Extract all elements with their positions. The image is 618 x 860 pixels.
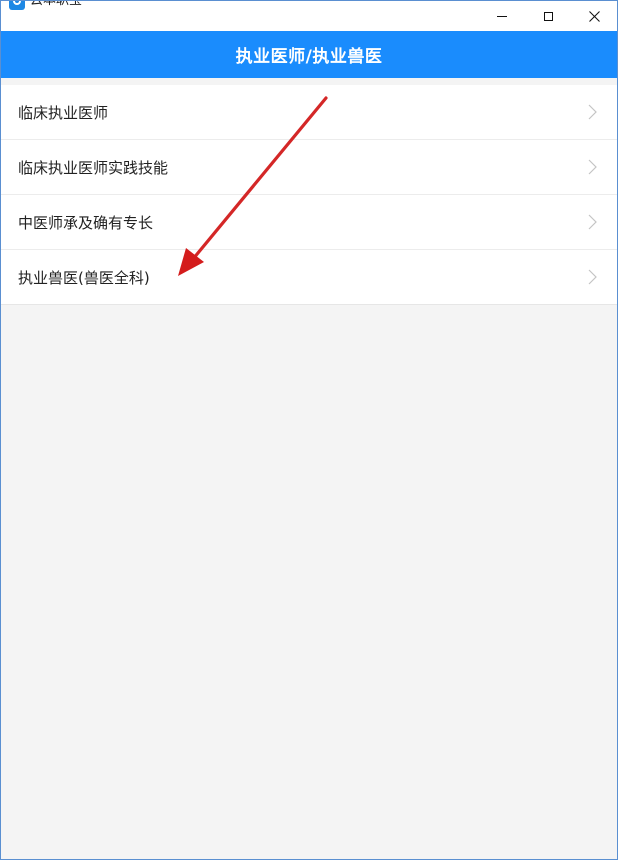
app-window: 云本职宝 执业医师/执业兽医 临床执业医师 临床执业医师实践技能 中医师承及确有… [0,0,618,860]
page-header: 执业医师/执业兽医 [1,31,617,78]
minimize-button[interactable] [479,1,525,31]
close-button[interactable] [571,1,617,31]
header-spacer [1,78,617,85]
list-item-clinical-practical-skills[interactable]: 临床执业医师实践技能 [1,140,617,195]
list-item-label: 临床执业医师 [18,103,109,122]
page-title: 执业医师/执业兽医 [235,47,383,67]
list-item-tcm-apprentice[interactable]: 中医师承及确有专长 [1,195,617,250]
chevron-right-icon [587,214,597,230]
window-title: 云本职宝 [30,0,83,8]
list-item-label: 执业兽医(兽医全科) [18,268,150,287]
chevron-right-icon [587,269,597,285]
list-item-label: 中医师承及确有专长 [18,213,154,232]
list-item-label: 临床执业医师实践技能 [18,158,169,177]
title-bar[interactable]: 云本职宝 [1,1,617,31]
maximize-button[interactable] [525,1,571,31]
app-logo-icon [9,1,25,10]
list-item-clinical-physician[interactable]: 临床执业医师 [1,85,617,140]
chevron-right-icon [587,104,597,120]
list-item-veterinarian[interactable]: 执业兽医(兽医全科) [1,250,617,305]
minimize-icon [497,15,507,17]
close-icon [588,10,600,22]
chevron-right-icon [587,159,597,175]
maximize-icon [543,11,553,21]
category-list: 临床执业医师 临床执业医师实践技能 中医师承及确有专长 执业兽医(兽医全科) [1,85,617,305]
